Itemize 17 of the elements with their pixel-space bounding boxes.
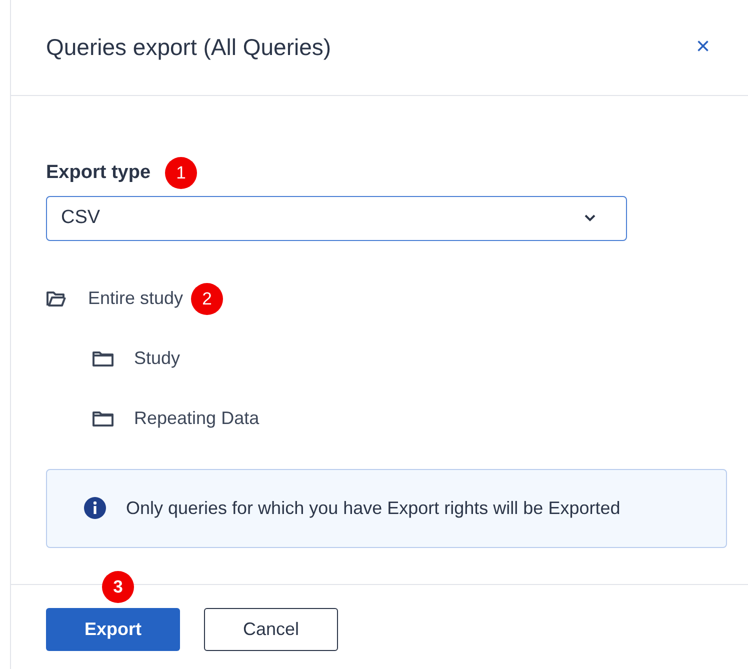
cancel-button[interactable]: Cancel xyxy=(204,608,338,651)
folder-icon xyxy=(92,350,114,367)
folder-label[interactable]: Repeating Data xyxy=(134,408,260,430)
step-number-badge: 1 xyxy=(164,156,197,189)
info-message: Only queries for which you have Export rights will be Exported xyxy=(126,498,620,519)
folder-icon xyxy=(46,290,68,307)
folder-icon xyxy=(92,410,114,427)
dialog-title: Queries export (All Queries) xyxy=(46,34,332,61)
export-type-select[interactable]: CSV xyxy=(46,196,627,241)
chevron-down-icon xyxy=(584,214,596,222)
step-number-badge: 3 xyxy=(102,571,134,603)
folder-label[interactable]: Entire study xyxy=(88,288,184,310)
info-icon xyxy=(84,497,106,520)
field-label: Export type xyxy=(46,162,151,184)
step-number-badge: 2 xyxy=(191,282,224,315)
folder-label[interactable]: Study xyxy=(134,348,180,370)
close-button[interactable]: × xyxy=(692,35,714,60)
